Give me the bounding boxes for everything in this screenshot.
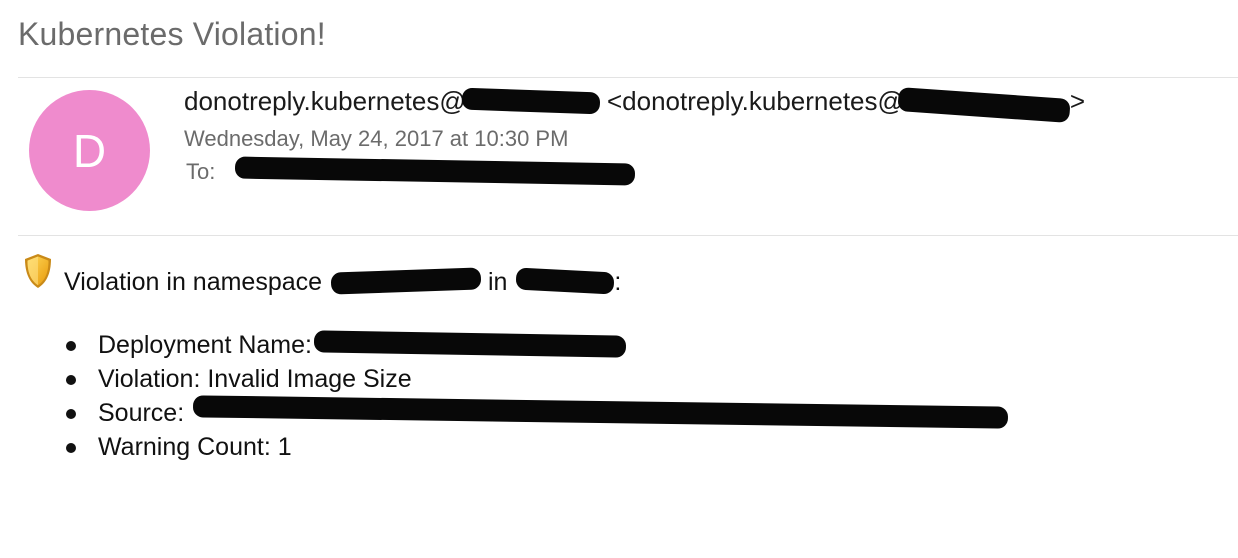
header-divider bbox=[18, 77, 1238, 78]
email-date: Wednesday, May 24, 2017 at 10:30 PM bbox=[184, 126, 569, 151]
redacted-sender-address bbox=[897, 87, 1071, 124]
detail-label: Deployment Name: bbox=[98, 331, 312, 359]
recipient-line[interactable]: To: bbox=[186, 156, 636, 186]
detail-label: Source: bbox=[98, 399, 185, 427]
body-divider bbox=[18, 235, 1238, 236]
detail-value: 1 bbox=[277, 433, 292, 461]
redacted-image-source bbox=[193, 395, 1009, 430]
violation-details-list: Deployment Name: Violation: Invalid Imag… bbox=[64, 330, 1009, 466]
sender-name: donotreply.kubernetes@ bbox=[184, 86, 466, 116]
email-view: Kubernetes Violation! D donotreply.kuber… bbox=[0, 0, 1238, 558]
list-item: Source: bbox=[64, 395, 1009, 432]
violation-prefix: Violation in namespace bbox=[64, 268, 323, 296]
avatar-initial: D bbox=[72, 124, 107, 177]
avatar: D bbox=[29, 90, 150, 211]
detail-label: Warning Count: bbox=[98, 433, 271, 461]
bullet-icon bbox=[66, 341, 76, 351]
redacted-cluster bbox=[515, 267, 615, 295]
email-subject: Kubernetes Violation! bbox=[18, 16, 326, 52]
violation-mid: in bbox=[487, 268, 508, 296]
list-item: Violation: Invalid Image Size bbox=[64, 364, 1008, 398]
redacted-deployment-name bbox=[313, 330, 627, 359]
list-item: Deployment Name: bbox=[64, 330, 1008, 364]
list-item: Warning Count: 1 bbox=[64, 432, 1008, 466]
sender-address-close: > bbox=[1069, 86, 1086, 116]
violation-suffix: : bbox=[614, 268, 622, 296]
redacted-recipient bbox=[235, 156, 636, 186]
to-label: To: bbox=[186, 159, 216, 184]
bullet-icon bbox=[66, 443, 76, 453]
redacted-sender-domain bbox=[461, 87, 601, 115]
violation-summary: Violation in namespace in : bbox=[64, 267, 622, 297]
detail-value: Invalid Image Size bbox=[207, 365, 412, 393]
bullet-icon bbox=[66, 409, 76, 419]
sender-address-open: <donotreply.kubernetes@ bbox=[606, 86, 904, 116]
redacted-namespace bbox=[330, 267, 482, 296]
shield-icon bbox=[25, 254, 51, 288]
detail-label: Violation: bbox=[98, 365, 201, 393]
bullet-icon bbox=[66, 375, 76, 385]
sender-line[interactable]: donotreply.kubernetes@ <donotreply.kuber… bbox=[184, 86, 1086, 124]
